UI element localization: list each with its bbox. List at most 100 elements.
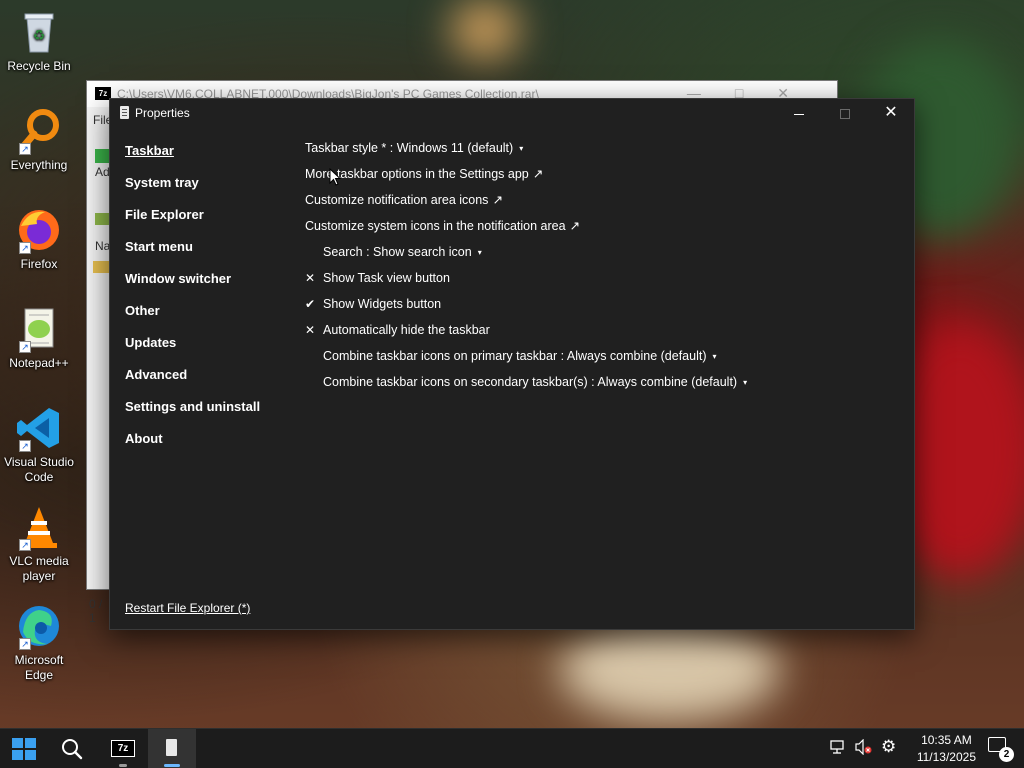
nav-item-other[interactable]: Other [125, 303, 260, 335]
checkmark-icon: ✔ [305, 297, 316, 311]
option-label: Taskbar style * : Windows 11 (default) [305, 141, 514, 155]
option-label: Combine taskbar icons on primary taskbar… [323, 349, 707, 363]
desktop-icon-label: Visual Studio Code [4, 455, 74, 484]
7zip-icon: 7z [111, 740, 135, 757]
shortcut-arrow-icon: ↗ [19, 440, 31, 452]
shortcut-arrow-icon: ↗ [19, 341, 31, 353]
everything-search-icon: ↗ [15, 107, 63, 155]
task-view-toggle[interactable]: ✕ Show Task view button [305, 269, 747, 295]
shortcut-arrow-icon: ↗ [19, 242, 31, 254]
mouse-cursor-icon [329, 168, 341, 186]
search-dropdown[interactable]: Search : Show search icon ▾ [305, 243, 747, 269]
nav-item-window-switcher[interactable]: Window switcher [125, 271, 260, 303]
dropdown-caret-icon: ▾ [477, 248, 482, 257]
option-label: Customize notification area icons [305, 193, 489, 207]
maximize-icon [840, 109, 850, 120]
shortcut-arrow-icon: ↗ [19, 638, 31, 650]
search-icon [62, 739, 83, 760]
properties-app-icon [166, 739, 177, 756]
folder-icon [93, 261, 109, 273]
dropdown-caret-icon: ▾ [743, 378, 748, 387]
firefox-icon: ↗ [15, 206, 63, 254]
edge-icon: ↗ [15, 602, 63, 650]
combine-secondary-dropdown[interactable]: Combine taskbar icons on secondary taskb… [305, 373, 747, 399]
svg-text:♻: ♻ [33, 27, 46, 43]
close-button[interactable]: ✕ [868, 99, 914, 127]
option-label: Automatically hide the taskbar [323, 323, 490, 337]
combine-primary-dropdown[interactable]: Combine taskbar icons on primary taskbar… [305, 347, 747, 373]
window-title: Properties [135, 106, 190, 120]
taskbar-style-dropdown[interactable]: Taskbar style * : Windows 11 (default) ▾ [305, 139, 747, 165]
maximize-button[interactable] [822, 99, 868, 127]
nav-item-settings-and-uninstall[interactable]: Settings and uninstall [125, 399, 260, 431]
external-link-icon: ↗ [569, 219, 581, 233]
system-icons-link[interactable]: Customize system icons in the notificati… [305, 217, 747, 243]
vscode-icon: ↗ [15, 404, 63, 452]
option-label: Search : Show search icon [323, 245, 472, 259]
background-window-left-strip: File Ad Na 0 / 1 [87, 107, 112, 625]
taskbar-7zip-button[interactable]: 7z [99, 729, 147, 768]
nav-item-file-explorer[interactable]: File Explorer [125, 207, 260, 239]
desktop-icon-everything[interactable]: ↗ Everything [0, 107, 78, 173]
nav-item-taskbar[interactable]: Taskbar [125, 143, 260, 175]
unchecked-x-icon: ✕ [305, 271, 316, 285]
dropdown-caret-icon: ▾ [519, 144, 524, 153]
add-icon[interactable] [95, 149, 109, 163]
nav-item-updates[interactable]: Updates [125, 335, 260, 367]
dropdown-caret-icon: ▾ [712, 352, 717, 361]
external-link-icon: ↗ [492, 193, 503, 207]
desktop-icon-recycle-bin[interactable]: ♻ Recycle Bin [0, 8, 78, 74]
vlc-icon: ↗ [15, 503, 63, 551]
properties-titlebar[interactable]: Properties ✕ [110, 99, 914, 127]
taskbar-options: Taskbar style * : Windows 11 (default) ▾ … [305, 139, 747, 399]
volume-muted-icon[interactable] [855, 738, 873, 758]
taskbar-search-button[interactable] [48, 729, 96, 768]
notification-center-button[interactable]: 2 [988, 737, 1014, 762]
desktop-icon-vscode[interactable]: ↗ Visual Studio Code [0, 404, 78, 485]
taskbar: 7z ⚙ 10:35 AM 11/13/2025 2 [0, 728, 1024, 768]
option-label: Show Task view button [323, 271, 450, 285]
settings-nav: Taskbar System tray File Explorer Start … [125, 143, 260, 463]
status-fragment: 0 / 1 [89, 597, 103, 625]
minimize-icon [794, 113, 804, 115]
nav-item-advanced[interactable]: Advanced [125, 367, 260, 399]
external-link-icon: ↗ [532, 167, 544, 181]
autohide-taskbar-toggle[interactable]: ✕ Automatically hide the taskbar [305, 321, 747, 347]
desktop-icon-label: VLC media player [9, 554, 69, 583]
settings-gear-icon[interactable]: ⚙ [881, 737, 896, 757]
option-label: Customize system icons in the notificati… [305, 219, 566, 233]
notification-icons-link[interactable]: Customize notification area icons ↗ [305, 191, 747, 217]
nav-item-about[interactable]: About [125, 431, 260, 463]
widgets-toggle[interactable]: ✔ Show Widgets button [305, 295, 747, 321]
toolbar-fragment: Ad [95, 165, 110, 179]
properties-app-icon [120, 106, 129, 119]
taskbar-clock[interactable]: 10:35 AM 11/13/2025 [917, 732, 976, 766]
start-button[interactable] [0, 729, 48, 768]
start-icon [12, 738, 36, 760]
settings-app-link[interactable]: More taskbar options in the Settings app… [305, 165, 747, 191]
nav-item-system-tray[interactable]: System tray [125, 175, 260, 207]
desktop-icon-vlc[interactable]: ↗ VLC media player [0, 503, 78, 584]
nav-item-start-menu[interactable]: Start menu [125, 239, 260, 271]
minimize-button[interactable] [776, 99, 822, 127]
wallpaper-cat [560, 620, 780, 720]
network-icon[interactable] [830, 739, 848, 758]
taskbar-properties-button[interactable] [148, 729, 196, 768]
desktop-icon-label: Firefox [20, 257, 58, 271]
shortcut-arrow-icon: ↗ [19, 539, 31, 551]
desktop-icon-notepad-plus-plus[interactable]: ↗ Notepad++ [0, 305, 78, 371]
shortcut-arrow-icon: ↗ [19, 143, 31, 155]
desktop-icon-label: Everything [10, 158, 68, 172]
close-icon: ✕ [884, 104, 898, 121]
restart-file-explorer-link[interactable]: Restart File Explorer (*) [125, 601, 250, 615]
up-folder-icon[interactable] [95, 213, 109, 225]
properties-window[interactable]: Properties ✕ Taskbar System tray File Ex… [109, 98, 915, 630]
clock-date: 11/13/2025 [916, 750, 976, 764]
desktop-icon-label: Notepad++ [9, 356, 69, 370]
notepad-plus-plus-icon: ↗ [15, 305, 63, 353]
clock-time: 10:35 AM [921, 733, 972, 747]
option-label: Combine taskbar icons on secondary taskb… [323, 375, 738, 389]
recycle-bin-icon: ♻ [15, 8, 63, 56]
desktop-icon-firefox[interactable]: ↗ Firefox [0, 206, 78, 272]
desktop-icon-edge[interactable]: ↗ Microsoft Edge [0, 602, 78, 683]
